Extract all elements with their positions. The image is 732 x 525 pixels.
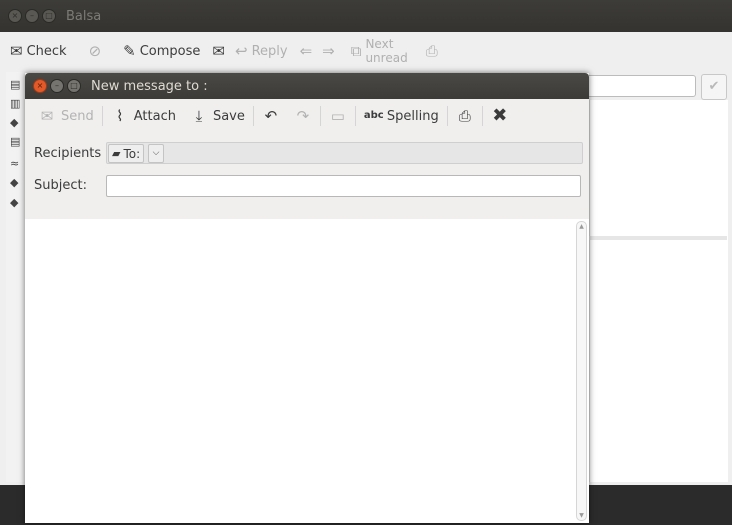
check-label: Check (26, 43, 67, 59)
compose-window: × – □ New message to : ✉ Send ⌇ Attach ⤓… (25, 73, 589, 523)
compose-toolbar: ✉ Send ⌇ Attach ⤓ Save ↶ ↷ ▭ abc Spellin… (25, 99, 589, 133)
close-icon[interactable]: × (8, 9, 22, 23)
next-unread-icon: ⧉ (350, 41, 362, 60)
print-button[interactable]: ⎙ (425, 41, 438, 60)
stop-icon: ⊘ (88, 41, 102, 60)
mailbox-icon[interactable]: ◆ (10, 116, 24, 129)
subject-label: Subject: (34, 178, 87, 193)
undo-button[interactable]: ↶ (255, 101, 287, 131)
close-icon: ✖ (492, 105, 508, 126)
toolbar-separator (101, 106, 103, 126)
main-title-bar: × – □ Balsa (0, 0, 732, 32)
check-mail-icon: ✉ (10, 41, 23, 60)
address-book-icon: ▰ (112, 147, 121, 160)
send-button[interactable]: ✉ Send (31, 101, 101, 131)
spelling-button[interactable]: abc Spelling (357, 101, 446, 131)
compose-icon: ✎ (123, 41, 136, 60)
printer-icon: ⎙ (458, 107, 471, 125)
mailbox-icon[interactable]: ▥ (10, 97, 24, 110)
send-icon: ✉ (40, 107, 54, 125)
maximize-icon[interactable]: □ (67, 79, 81, 93)
next-unread-label-1: Next (365, 37, 394, 51)
maximize-icon[interactable]: □ (42, 9, 56, 23)
toolbar-separator (481, 106, 483, 126)
redo-icon: ↷ (296, 107, 310, 125)
to-label: To: (123, 146, 141, 161)
new-mail-button[interactable]: ✉ (212, 41, 225, 60)
attach-button[interactable]: ⌇ Attach (104, 101, 183, 131)
recipients-label: Recipients (34, 146, 102, 161)
reply-button[interactable]: ↩ Reply (234, 41, 288, 60)
recipients-field[interactable]: ▰ To: ⌵ (106, 142, 583, 164)
main-window-title: Balsa (66, 8, 102, 24)
spelling-label: Spelling (386, 108, 439, 124)
reply-label: Reply (251, 43, 288, 59)
compose-title-bar: × – □ New message to : (25, 73, 589, 99)
pane-divider[interactable] (589, 236, 727, 240)
reply-icon: ↩ (234, 41, 248, 60)
identity-card-icon: ▭ (330, 107, 345, 125)
close-icon[interactable]: × (33, 79, 47, 93)
message-list-pane (589, 100, 728, 482)
reply-all-button[interactable]: ⇐ (299, 41, 313, 60)
scroll-up-icon[interactable]: ▲ (577, 223, 586, 230)
toolbar-separator (354, 106, 356, 126)
envelope-icon: ✉ (212, 41, 225, 60)
message-body-editor[interactable]: ▲ ▼ (25, 219, 589, 523)
mailbox-icon[interactable]: ≈ (10, 157, 24, 170)
save-icon: ⤓ (195, 107, 203, 125)
mailbox-icon[interactable]: ▤ (10, 78, 24, 91)
next-unread-button[interactable]: ⧉ Next unread (351, 37, 408, 65)
mailbox-icon[interactable]: ▤ (10, 135, 24, 148)
attach-label: Attach (133, 108, 176, 124)
printer-icon: ⎙ (425, 41, 438, 60)
save-label: Save (212, 108, 245, 124)
subject-input[interactable] (106, 175, 581, 197)
spellcheck-icon: abc (363, 110, 384, 121)
forward-button[interactable]: ⇒ (322, 41, 335, 60)
next-unread-label-2: unread (365, 51, 408, 65)
identity-button[interactable]: ▭ (322, 101, 354, 131)
address-book-button[interactable]: ▰ To: (108, 144, 145, 163)
compose-label: Compose (139, 43, 201, 59)
send-label: Send (61, 108, 94, 124)
search-input[interactable] (584, 75, 696, 97)
compose-window-title: New message to : (91, 78, 208, 94)
mailbox-icon[interactable]: ◆ (10, 196, 24, 209)
chevron-down-icon[interactable]: ⌵ (148, 144, 164, 163)
toolbar-separator (252, 106, 254, 126)
mailbox-tree (6, 72, 26, 482)
check-button[interactable]: ✉ Check (10, 41, 67, 60)
mailbox-icon[interactable]: ◆ (10, 176, 24, 189)
header-fields: Recipients ▰ To: ⌵ Subject: (25, 135, 589, 219)
paperclip-icon: ⌇ (116, 107, 124, 125)
undo-icon: ↶ (264, 107, 278, 125)
save-button[interactable]: ⤓ Save (183, 101, 252, 131)
compose-button[interactable]: ✎ Compose (123, 41, 201, 60)
search-button[interactable]: ✔ (701, 74, 727, 100)
minimize-icon[interactable]: – (50, 79, 64, 93)
forward-icon: ⇒ (322, 41, 335, 60)
redo-button[interactable]: ↷ (287, 101, 319, 131)
toolbar-separator (446, 106, 448, 126)
cancel-button[interactable]: ✖ (484, 101, 516, 131)
minimize-icon[interactable]: – (25, 9, 39, 23)
stop-button[interactable]: ⊘ (88, 41, 102, 60)
toolbar-separator (319, 106, 321, 126)
reply-all-icon: ⇐ (299, 41, 313, 60)
vertical-scrollbar[interactable]: ▲ ▼ (576, 221, 587, 521)
scroll-down-icon[interactable]: ▼ (577, 512, 586, 519)
print-button[interactable]: ⎙ (449, 101, 481, 131)
main-toolbar: ✉ Check ⊘ ✎ Compose ✉ ↩ Reply ⇐ ⇒ ⧉ Next… (0, 32, 732, 70)
